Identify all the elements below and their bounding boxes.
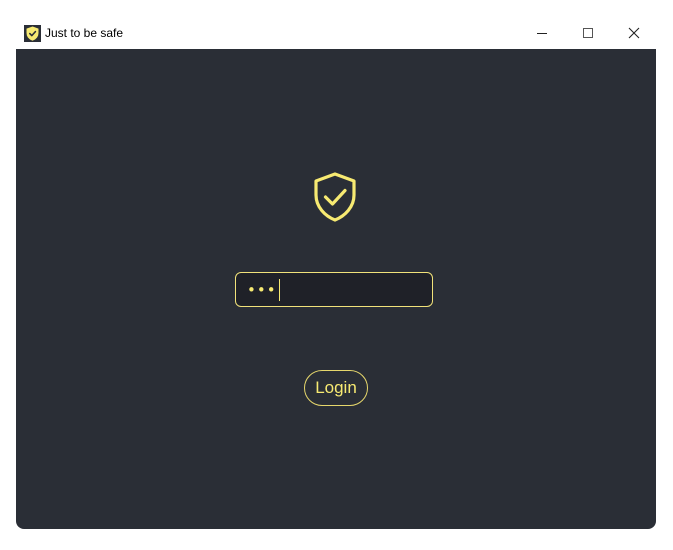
app-shield-icon (24, 25, 41, 42)
shield-check-icon (311, 171, 359, 223)
close-icon (628, 24, 640, 43)
password-field[interactable]: ••• (235, 272, 433, 307)
minimize-button[interactable] (519, 17, 565, 49)
login-button[interactable]: Login (304, 370, 368, 406)
title-bar[interactable]: Just to be safe (16, 17, 656, 49)
window-title: Just to be safe (45, 26, 124, 40)
text-caret (278, 278, 280, 301)
close-button[interactable] (611, 17, 657, 49)
maximize-icon (582, 24, 594, 43)
login-panel: ••• Login (16, 49, 656, 529)
maximize-button[interactable] (565, 17, 611, 49)
password-value: ••• (247, 280, 277, 299)
minimize-icon (536, 24, 548, 43)
